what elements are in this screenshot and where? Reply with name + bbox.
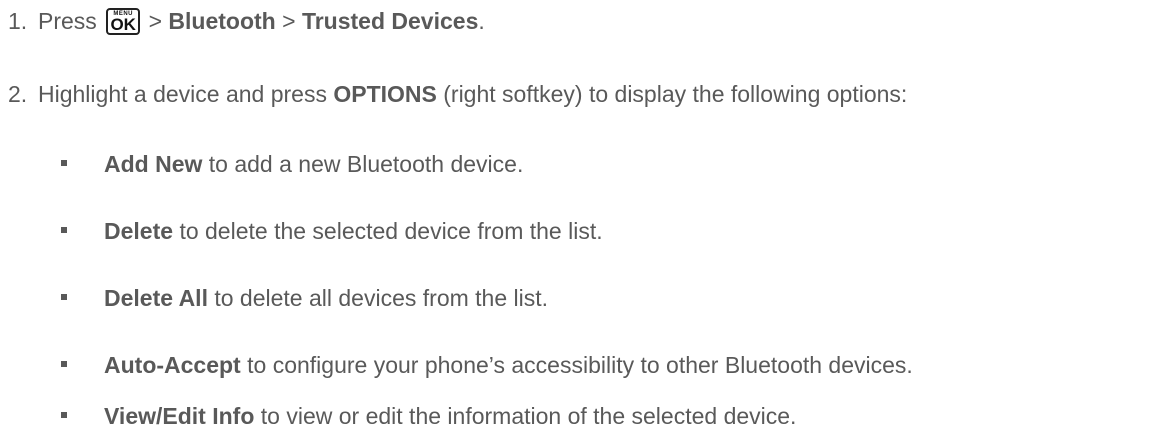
option-description: to view or edit the information of the s… [260,403,797,429]
option-text: Auto-Accept to configure your phone’s ac… [104,350,913,380]
option-text: Delete All to delete all devices from th… [104,283,548,313]
step-text: Press MENU OK > Bluetooth > Trusted Devic… [38,6,485,36]
bullet-icon [61,227,67,233]
bullet-icon [61,361,67,367]
step-suffix: (right softkey) to display the following… [443,81,908,107]
separator: > [148,8,163,34]
bullet-icon [61,412,67,418]
menu-path-trusted-devices: Trusted Devices [301,8,479,34]
option-label: Auto-Accept [104,352,241,378]
option-description: to add a new Bluetooth device. [208,151,524,177]
option-label: Add New [104,151,203,177]
menu-path-bluetooth: Bluetooth [168,8,276,34]
option-text: Add New to add a new Bluetooth device. [104,149,523,179]
step-number: 1. [8,8,28,34]
step-prefix: Highlight a device and press [38,81,327,107]
separator: > [282,8,296,34]
option-text: View/Edit Info to view or edit the infor… [104,401,796,431]
step-end: . [478,8,485,34]
step-number: 2. [8,81,28,107]
option-description: to delete all devices from the list. [214,285,549,311]
step-prefix: Press [38,8,97,34]
bullet-icon [61,160,67,166]
key-main-label: OK [110,15,136,34]
option-description: to configure your phone’s accessibility … [247,352,913,378]
step-text: Highlight a device and press OPTIONS (ri… [38,79,907,109]
option-label: View/Edit Info [104,403,255,429]
bullet-icon [61,294,67,300]
softkey-options: OPTIONS [333,81,437,107]
option-text: Delete to delete the selected device fro… [104,216,603,246]
option-label: Delete [104,218,174,244]
option-label: Delete All [104,285,208,311]
option-description: to delete the selected device from the l… [179,218,603,244]
menu-ok-key-icon: MENU OK [106,8,141,35]
